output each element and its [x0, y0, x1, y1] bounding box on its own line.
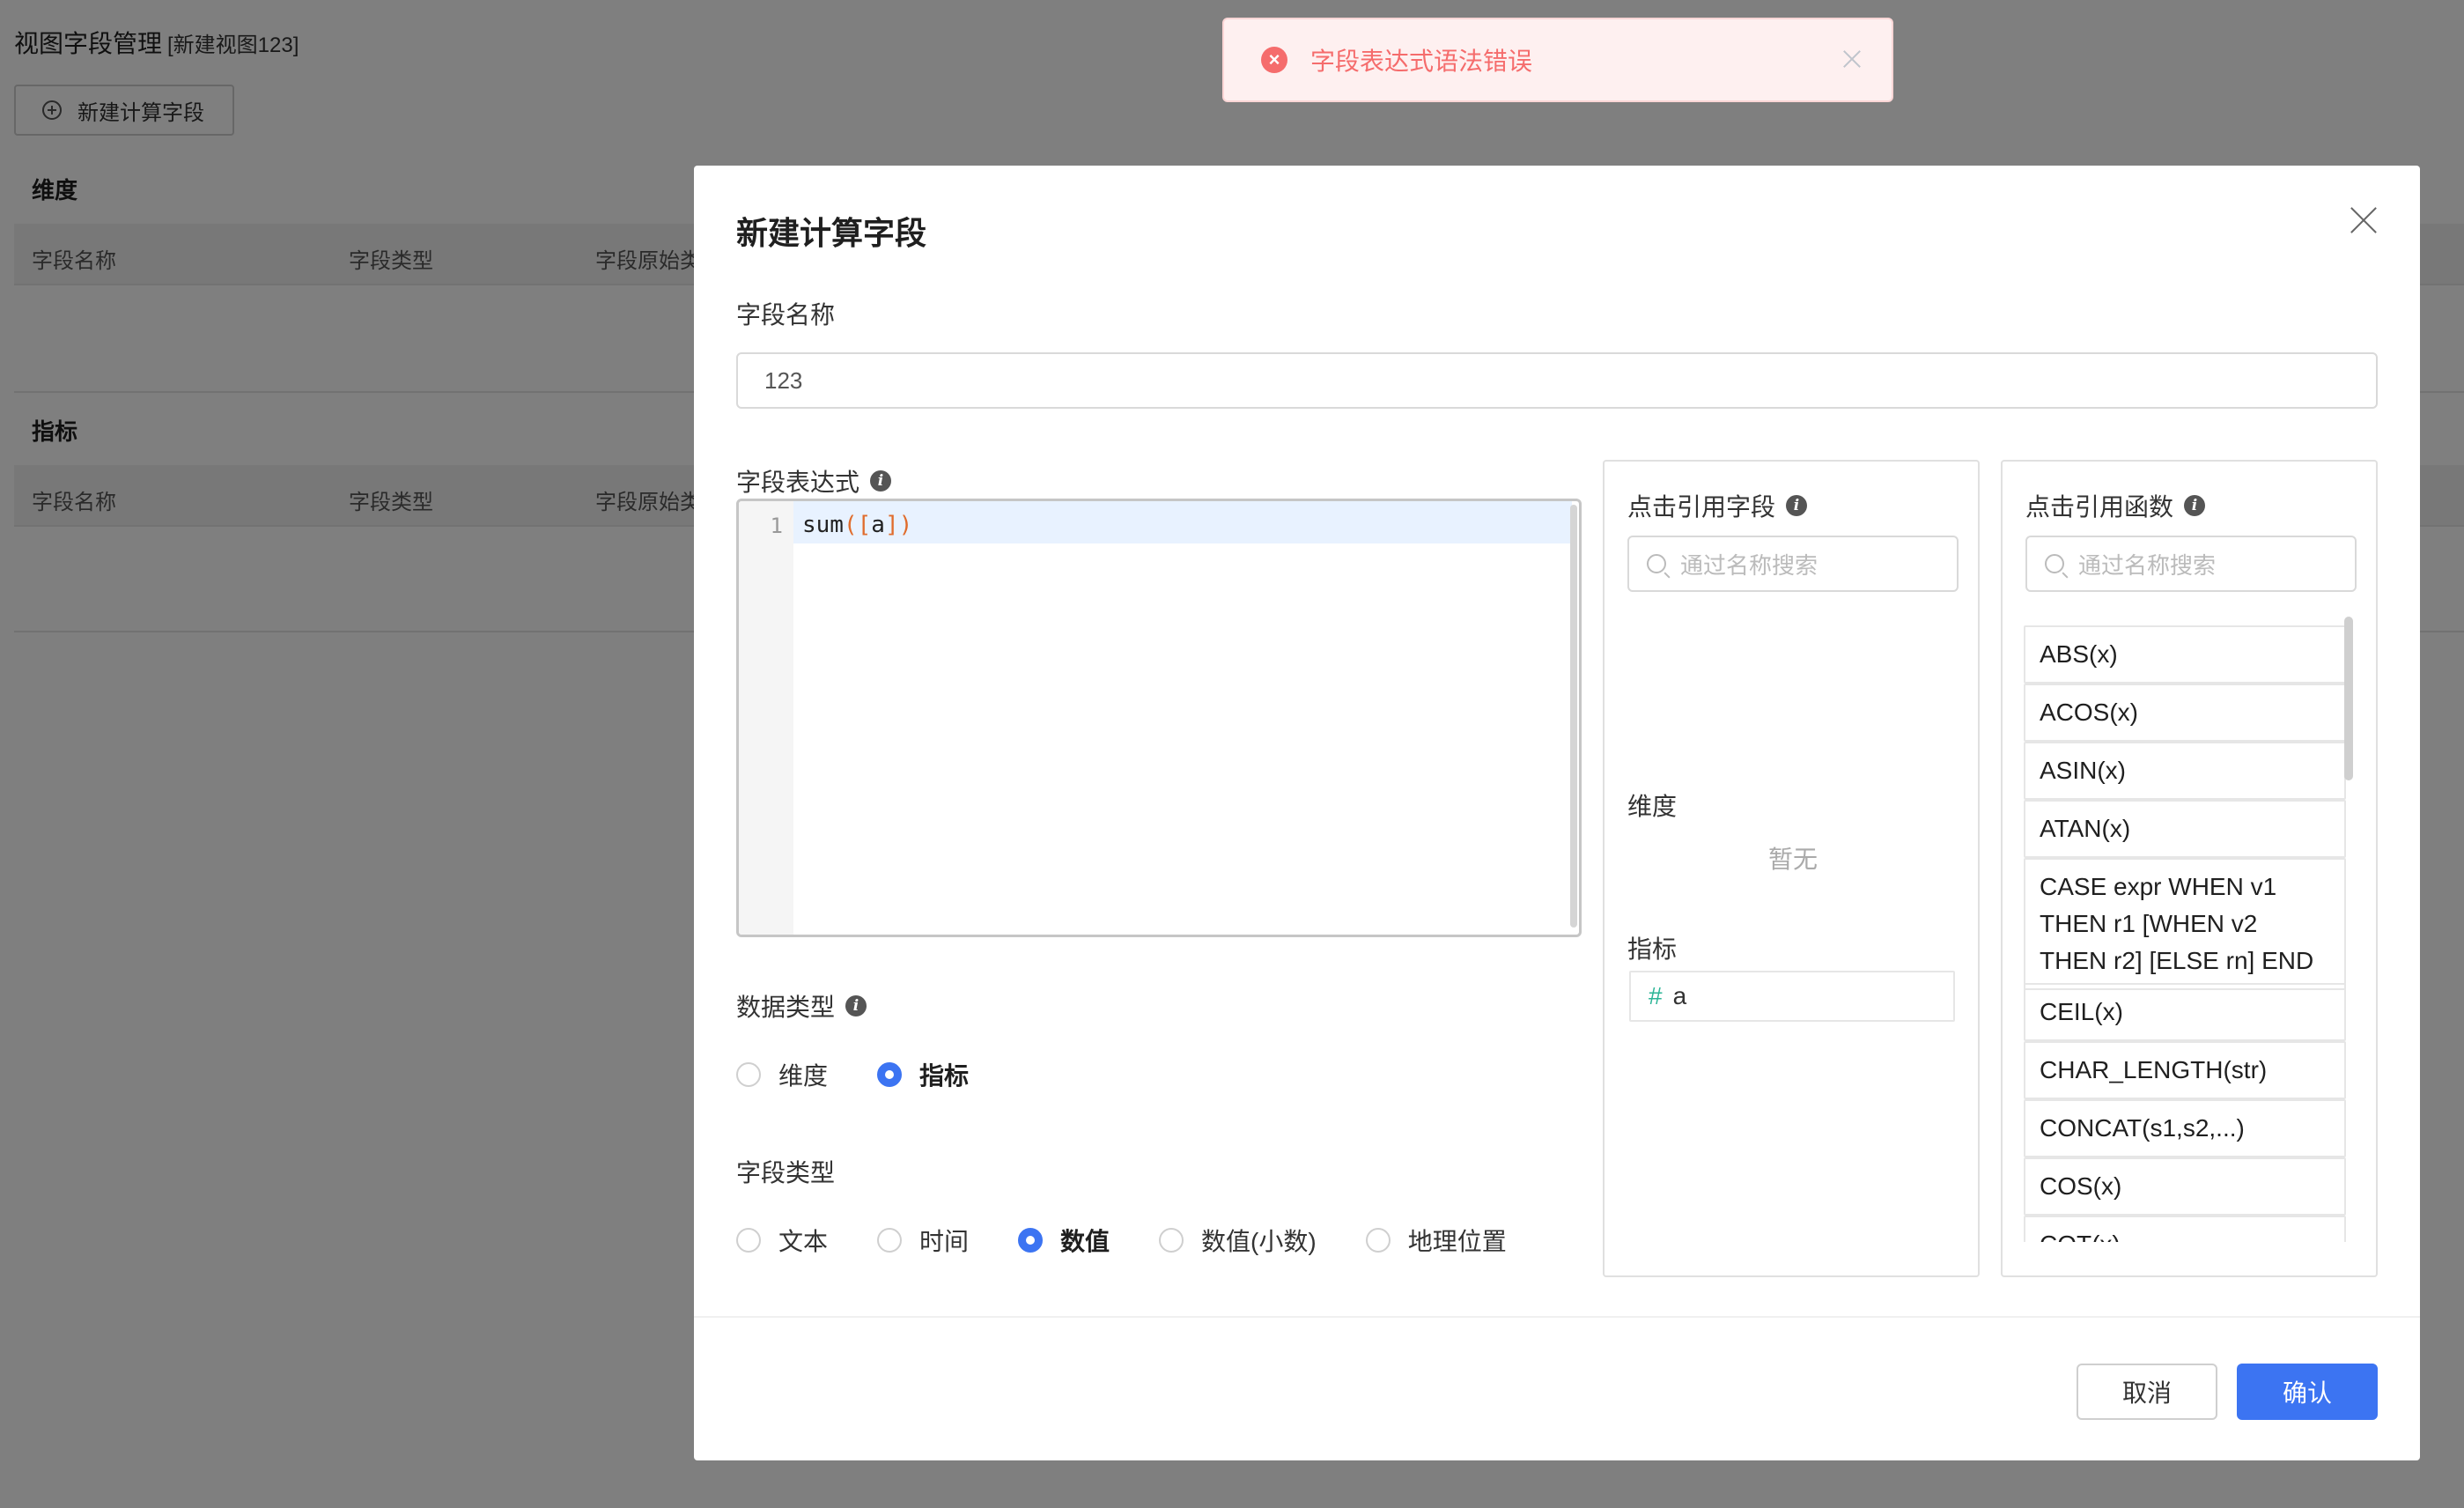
ref-functions-panel: 点击引用函数 i 通过名称搜索 ABS(x) ACOS(x) ASIN(x) A… — [2001, 460, 2378, 1277]
error-toast: × 字段表达式语法错误 — [1222, 18, 1893, 102]
metric-field-name: a — [1672, 982, 1687, 1009]
function-item[interactable]: COT(x) — [2024, 1216, 2346, 1242]
search-icon — [1647, 554, 1666, 573]
function-list[interactable]: ABS(x) ACOS(x) ASIN(x) ATAN(x) CASE expr… — [2024, 617, 2358, 1242]
search-icon — [2045, 554, 2064, 573]
code-bracket: ] — [884, 512, 899, 538]
field-name-label: 字段名称 — [736, 296, 835, 331]
ref-fields-panel: 点击引用字段 i 通过名称搜索 维度 暂无 指标 # a — [1603, 460, 1980, 1277]
ref-functions-title-text: 点击引用函数 — [2025, 493, 2174, 521]
dimension-empty-text: 暂无 — [1768, 846, 1818, 873]
radio-label: 地理位置 — [1407, 1228, 1507, 1255]
footer-divider — [694, 1316, 2420, 1318]
radio-circle[interactable] — [736, 1228, 761, 1253]
function-item[interactable]: CASE expr WHEN v1 THEN r1 [WHEN v2 THEN … — [2024, 858, 2346, 990]
radio-label: 数值 — [1060, 1228, 1110, 1255]
search-placeholder: 通过名称搜索 — [1680, 551, 1818, 579]
radio-dimension[interactable]: 维度 — [736, 1057, 828, 1092]
radio-time[interactable]: 时间 — [877, 1223, 969, 1258]
code-fn: sum — [802, 512, 844, 538]
ref-functions-search-input[interactable]: 通过名称搜索 — [2025, 536, 2357, 592]
radio-metric[interactable]: 指标 — [877, 1057, 969, 1092]
function-item[interactable]: CHAR_LENGTH(str) — [2024, 1041, 2346, 1099]
new-calc-field-dialog: 新建计算字段 字段名称 123 字段表达式 i 1 sum([a]) 数据类型 … — [694, 166, 2420, 1460]
expression-label: 字段表达式 i — [736, 463, 892, 499]
data-type-label-text: 数据类型 — [736, 994, 836, 1021]
field-name-value: 123 — [764, 366, 803, 394]
info-icon[interactable]: i — [2184, 495, 2206, 516]
close-icon[interactable] — [1839, 46, 1865, 72]
radio-circle[interactable] — [877, 1228, 903, 1253]
function-item[interactable]: CEIL(x) — [2024, 983, 2346, 1041]
data-type-label: 数据类型 i — [736, 988, 867, 1024]
line-number: 1 — [770, 514, 783, 538]
close-icon[interactable] — [2346, 203, 2381, 238]
radio-label: 时间 — [919, 1228, 970, 1255]
ref-dimension-label: 维度 — [1627, 793, 1678, 820]
radio-geo[interactable]: 地理位置 — [1365, 1223, 1507, 1258]
ref-functions-title: 点击引用函数 i — [2025, 488, 2206, 523]
radio-circle[interactable] — [736, 1062, 761, 1087]
ref-fields-title-text: 点击引用字段 — [1627, 493, 1776, 521]
function-item[interactable]: ABS(x) — [2024, 625, 2346, 684]
expression-label-text: 字段表达式 — [736, 469, 860, 496]
info-icon[interactable]: i — [1786, 495, 1808, 516]
radio-circle[interactable] — [1018, 1228, 1044, 1253]
confirm-button[interactable]: 确认 — [2237, 1364, 2378, 1420]
field-type-radio-group: 文本 时间 数值 数值(小数) 地理位置 — [736, 1223, 1507, 1258]
ref-metric-label: 指标 — [1627, 935, 1678, 963]
field-name-label-text: 字段名称 — [736, 301, 836, 329]
function-item[interactable]: COS(x) — [2024, 1157, 2346, 1216]
radio-circle[interactable] — [1159, 1228, 1184, 1253]
info-icon[interactable]: i — [870, 470, 892, 492]
radio-circle[interactable] — [877, 1062, 903, 1087]
radio-label: 数值(小数) — [1201, 1228, 1317, 1255]
radio-decimal[interactable]: 数值(小数) — [1159, 1223, 1317, 1258]
search-placeholder: 通过名称搜索 — [2078, 551, 2217, 579]
radio-number[interactable]: 数值 — [1018, 1223, 1110, 1258]
code-paren: ( — [843, 512, 858, 538]
radio-circle[interactable] — [1365, 1228, 1391, 1253]
function-item[interactable]: CONCAT(s1,s2,...) — [2024, 1099, 2346, 1157]
code-line[interactable]: sum([a]) — [802, 512, 912, 538]
function-list-scrollbar[interactable] — [2344, 617, 2353, 780]
number-type-icon: # — [1649, 982, 1663, 1009]
radio-label: 指标 — [919, 1062, 970, 1090]
code-arg: a — [871, 512, 885, 538]
radio-label: 文本 — [778, 1228, 829, 1255]
code-paren: ) — [898, 512, 913, 538]
data-type-radio-group: 维度 指标 — [736, 1057, 969, 1092]
editor-scrollbar[interactable] — [1570, 505, 1577, 928]
ref-fields-title: 点击引用字段 i — [1627, 488, 1808, 523]
function-item[interactable]: ACOS(x) — [2024, 684, 2346, 742]
field-type-label-text: 字段类型 — [736, 1159, 836, 1186]
function-item[interactable]: ASIN(x) — [2024, 742, 2346, 800]
editor-gutter: 1 — [739, 501, 793, 935]
dialog-title: 新建计算字段 — [736, 215, 927, 251]
function-item[interactable]: ATAN(x) — [2024, 800, 2346, 858]
radio-text[interactable]: 文本 — [736, 1223, 828, 1258]
error-icon: × — [1261, 47, 1287, 73]
radio-label: 维度 — [778, 1062, 829, 1090]
expression-editor[interactable]: 1 sum([a]) — [736, 499, 1582, 937]
cancel-button[interactable]: 取消 — [2077, 1364, 2217, 1420]
metric-field-item[interactable]: # a — [1629, 971, 1955, 1022]
field-type-label: 字段类型 — [736, 1154, 835, 1189]
ref-fields-search-input[interactable]: 通过名称搜索 — [1627, 536, 1959, 592]
field-name-input[interactable]: 123 — [736, 352, 2378, 409]
code-bracket: [ — [857, 512, 872, 538]
info-icon[interactable]: i — [845, 995, 867, 1016]
toast-message: 字段表达式语法错误 — [1310, 48, 1533, 75]
